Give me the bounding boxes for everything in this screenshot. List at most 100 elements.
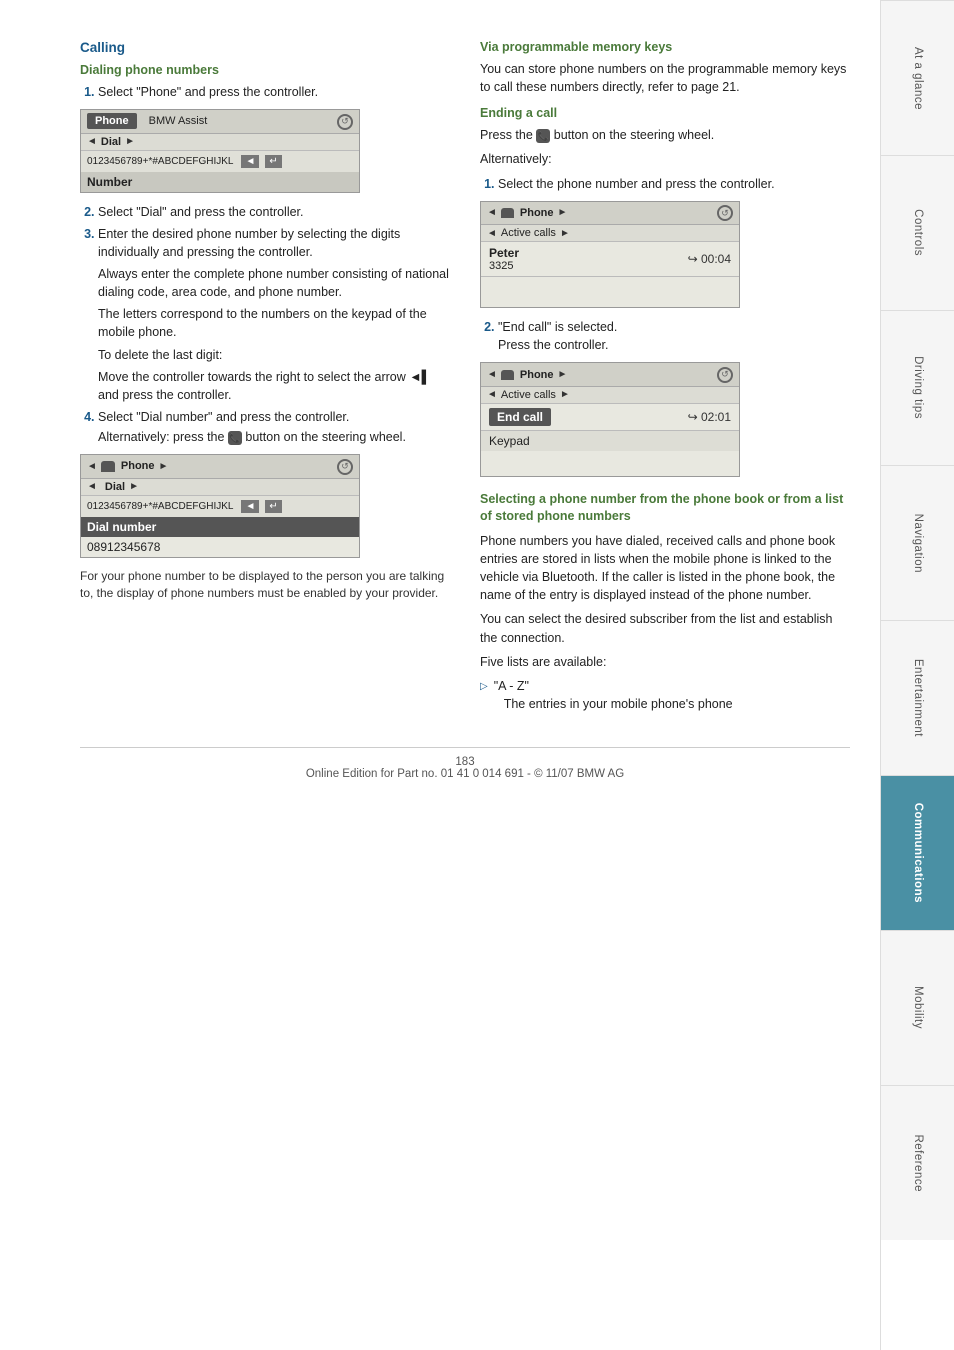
end-phone-screen-2: ◄ Phone ► ↺ ◄ Active calls ► End call ↪ … <box>480 362 740 477</box>
end-nav-label1-1: Phone <box>520 207 554 219</box>
dial-nav-label-2: Dial <box>105 481 125 493</box>
sidebar-tab-communications[interactable]: Communications <box>881 775 954 930</box>
right-column: Via programmable memory keys You can sto… <box>480 40 850 717</box>
keypad-row: Keypad <box>481 431 739 451</box>
call-timer-2: ↪ 02:01 <box>688 410 731 424</box>
step3-delete-intro: To delete the last digit: <box>98 346 450 364</box>
refresh-icon-end-1: ↺ <box>717 205 733 222</box>
tab-label-controls: Controls <box>912 210 924 257</box>
tab-label-mobility: Mobility <box>912 987 924 1030</box>
phone-label-number: Number <box>81 172 359 192</box>
step3-note2: The letters correspond to the numbers on… <box>98 305 450 341</box>
end-nav-arrow-left-1: ◄ <box>487 207 497 218</box>
enter-icon-2: ↵ <box>265 500 281 513</box>
via-programmable-text: You can store phone numbers on the progr… <box>480 60 850 96</box>
refresh-icon-end-2: ↺ <box>717 366 733 383</box>
phone-screen-2: ◄ Phone ► ↺ ◄ Dial ► 0123456789+*#ABCDEF… <box>80 454 360 558</box>
main-content: Calling Dialing phone numbers Select "Ph… <box>0 0 880 1350</box>
list-item-az: ▷ "A - Z" The entries in your mobile pho… <box>480 677 850 713</box>
selecting-text-2: You can select the desired subscriber fr… <box>480 610 850 646</box>
end-subnav-arrow-left-2: ◄ <box>487 389 497 400</box>
page-footer: 183 Online Edition for Part no. 01 41 0 … <box>80 747 850 780</box>
via-programmable-title: Via programmable memory keys <box>480 40 850 54</box>
dial-nav-label: Dial <box>101 136 121 148</box>
phone-button-icon: 📞 <box>228 431 242 445</box>
sidebar-tab-mobility[interactable]: Mobility <box>881 930 954 1085</box>
nav-arrow-right-1: ► <box>125 136 135 147</box>
end-step2-sub: Press the controller. <box>498 338 608 352</box>
end-nav-arrow-left-2: ◄ <box>487 369 497 380</box>
step3-delete-detail: Move the controller towards the right to… <box>98 368 450 404</box>
tab-label-entertainment: Entertainment <box>912 659 924 737</box>
dial-arrow-left: ◄ <box>87 481 97 492</box>
phone-tab-active: Phone <box>87 113 137 129</box>
phone-screen-1: Phone BMW Assist ↺ ◄ Dial ► 0123456789+*… <box>80 109 360 193</box>
refresh-icon-1: ↺ <box>337 113 353 130</box>
ending-call-text: Press the 📞 button on the steering wheel… <box>480 126 850 144</box>
phone-icon-small-2 <box>101 461 115 472</box>
end-nav-arrow-right-1: ► <box>558 207 568 218</box>
enter-icon-1: ↵ <box>265 155 281 168</box>
end-call-label: End call <box>489 408 551 426</box>
end-call-row1: End call ↪ 02:01 <box>481 404 739 431</box>
backspace-icon-1: ◄ <box>241 155 259 168</box>
sidebar-tab-controls[interactable]: Controls <box>881 155 954 310</box>
bullet-arrow-icon: ▷ <box>480 680 488 695</box>
alternatively-label: Alternatively: <box>480 150 850 168</box>
dialing-subtitle: Dialing phone numbers <box>80 63 450 77</box>
keyboard-chars-2: 0123456789+*#ABCDEFGHIJKL <box>87 501 233 512</box>
step-4: Select "Dial number" and press the contr… <box>98 408 450 446</box>
sidebar-tab-reference[interactable]: Reference <box>881 1085 954 1240</box>
caller-number: 3325 <box>489 260 519 272</box>
sidebar-tab-navigation[interactable]: Navigation <box>881 465 954 620</box>
tab-label-driving-tips: Driving tips <box>912 357 924 420</box>
ending-call-title: Ending a call <box>480 106 850 120</box>
nav-arrow-left-2: ◄ <box>87 461 97 472</box>
step-2: Select "Dial" and press the controller. <box>98 203 450 221</box>
phone-value-row: 08912345678 <box>81 537 359 557</box>
footer-note: For your phone number to be displayed to… <box>80 568 450 603</box>
calling-title: Calling <box>80 40 450 55</box>
list-item-az-label: "A - Z" <box>494 677 733 695</box>
caller-name: Peter <box>489 246 519 260</box>
end-subnav-arrow-right-2: ► <box>560 389 570 400</box>
sidebar-tabs: At a glance Controls Driving tips Naviga… <box>880 0 954 1350</box>
footer-text: Online Edition for Part no. 01 41 0 014 … <box>306 768 624 780</box>
phone-tab-2: Phone <box>121 460 155 472</box>
end-step-2: "End call" is selected. Press the contro… <box>498 318 850 354</box>
list-item-az-sub: The entries in your mobile phone's phone <box>504 695 733 713</box>
call-timer-1: ↪ 00:04 <box>688 252 731 266</box>
sidebar-tab-entertainment[interactable]: Entertainment <box>881 620 954 775</box>
five-lists-label: Five lists are available: <box>480 653 850 671</box>
phone-button-icon-end: 📞 <box>536 129 550 143</box>
dial-arrow-right: ► <box>129 481 139 492</box>
end-nav-arrow-right-2: ► <box>558 369 568 380</box>
sidebar-tab-at-a-glance[interactable]: At a glance <box>881 0 954 155</box>
call-screen-spacer-1 <box>481 277 739 307</box>
end-phone-screen-1: ◄ Phone ► ↺ ◄ Active calls ► Peter 3325 <box>480 201 740 309</box>
end-step-1: Select the phone number and press the co… <box>498 175 850 193</box>
tab-label-reference: Reference <box>912 1134 924 1192</box>
backspace-icon-2: ◄ <box>241 500 259 513</box>
keyboard-chars-1: 0123456789+*#ABCDEFGHIJKL <box>87 156 233 167</box>
tab-label-at-a-glance: At a glance <box>912 46 924 109</box>
step3-note1: Always enter the complete phone number c… <box>98 265 450 301</box>
step4-alt: Alternatively: press the 📞 button on the… <box>98 428 450 446</box>
selecting-text-1: Phone numbers you have dialed, received … <box>480 532 850 605</box>
refresh-icon-2: ↺ <box>337 458 353 475</box>
call-info-row: Peter 3325 ↪ 00:04 <box>481 242 739 277</box>
dial-number-row: Dial number <box>81 517 359 537</box>
phone-icon-end-1 <box>501 208 514 218</box>
left-column: Calling Dialing phone numbers Select "Ph… <box>80 40 450 717</box>
end-subnav-arrow-left-1: ◄ <box>487 228 497 239</box>
end-subnav-arrow-right-1: ► <box>560 228 570 239</box>
step-3: Enter the desired phone number by select… <box>98 225 450 404</box>
tab-label-navigation: Navigation <box>912 513 924 572</box>
step-1: Select "Phone" and press the controller. <box>98 83 450 101</box>
tab-label-communications: Communications <box>912 803 924 903</box>
nav-arrow-right-2: ► <box>159 461 169 472</box>
sidebar-tab-driving-tips[interactable]: Driving tips <box>881 310 954 465</box>
end-subnav-label-2: Active calls <box>501 389 556 401</box>
end-subnav-label-1: Active calls <box>501 227 556 239</box>
selecting-title: Selecting a phone number from the phone … <box>480 491 850 526</box>
